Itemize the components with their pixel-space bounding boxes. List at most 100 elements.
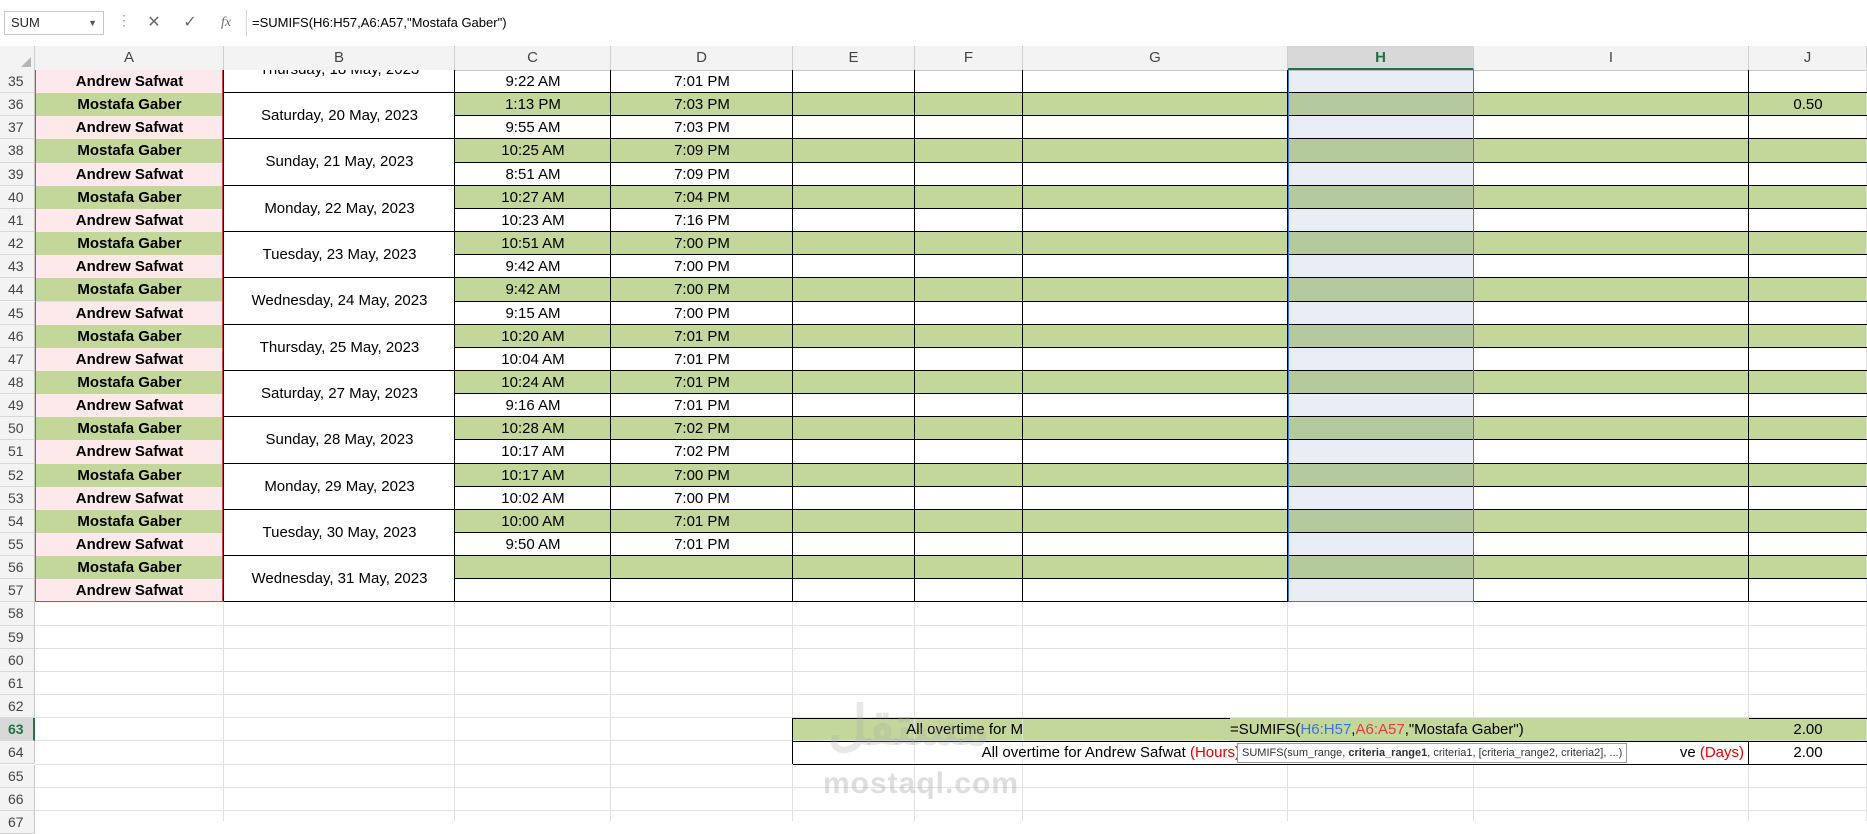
column-header-i[interactable]: I — [1474, 46, 1749, 70]
more-options-icon[interactable]: ⋮ — [117, 12, 131, 29]
cell-d53[interactable]: 7:00 PM — [611, 487, 793, 510]
column-header-b[interactable]: B — [224, 46, 455, 70]
row-header-60[interactable]: 60 — [0, 648, 35, 672]
cell-a46[interactable]: Mostafa Gaber — [35, 324, 224, 348]
cell-d54[interactable]: 7:01 PM — [611, 510, 793, 533]
insert-function-icon[interactable]: fx — [212, 12, 240, 34]
row-header-62[interactable]: 62 — [0, 695, 35, 719]
cell-d52[interactable]: 7:00 PM — [611, 464, 793, 487]
summary-value-63[interactable]: 2.00 — [1749, 718, 1867, 741]
cell-c43[interactable]: 9:42 AM — [455, 255, 611, 278]
row-header-57[interactable]: 57 — [0, 579, 35, 603]
row-header-42[interactable]: 42 — [0, 232, 35, 256]
cell-a41[interactable]: Andrew Safwat — [35, 208, 224, 233]
cell-d55[interactable]: 7:01 PM — [611, 533, 793, 556]
row-header-49[interactable]: 49 — [0, 394, 35, 418]
row-header-65[interactable]: 65 — [0, 764, 35, 788]
cell-d44[interactable]: 7:00 PM — [611, 278, 793, 301]
cell-a43[interactable]: Andrew Safwat — [35, 255, 224, 279]
row-header-46[interactable]: 46 — [0, 324, 35, 348]
row-header-38[interactable]: 38 — [0, 139, 35, 163]
row-header-59[interactable]: 59 — [0, 625, 35, 649]
enter-check-icon[interactable]: ✓ — [176, 12, 204, 34]
row-header-58[interactable]: 58 — [0, 602, 35, 626]
cell-a50[interactable]: Mostafa Gaber — [35, 417, 224, 441]
row-header-52[interactable]: 52 — [0, 463, 35, 487]
merged-cell-b-date[interactable]: Wednesday, 24 May, 2023 — [224, 278, 455, 325]
column-header-c[interactable]: C — [455, 46, 611, 70]
row-header-48[interactable]: 48 — [0, 370, 35, 395]
cell-c42[interactable]: 10:51 AM — [455, 232, 611, 255]
cell-d46[interactable]: 7:01 PM — [611, 325, 793, 348]
cell-a52[interactable]: Mostafa Gaber — [35, 463, 224, 487]
merged-cell-b-date[interactable]: Monday, 22 May, 2023 — [224, 185, 455, 233]
cell-c48[interactable]: 10:24 AM — [455, 371, 611, 394]
cell-c49[interactable]: 9:16 AM — [455, 394, 611, 417]
cell-a47[interactable]: Andrew Safwat — [35, 347, 224, 371]
column-header-h[interactable]: H — [1288, 46, 1474, 70]
column-header-a[interactable]: A — [35, 46, 224, 70]
column-header-g[interactable]: G — [1023, 46, 1288, 70]
merged-cell-b-date[interactable]: Saturday, 27 May, 2023 — [224, 370, 455, 418]
cell-d50[interactable]: 7:02 PM — [611, 417, 793, 440]
row-header-40[interactable]: 40 — [0, 185, 35, 209]
row-header-50[interactable]: 50 — [0, 417, 35, 441]
cell-c52[interactable]: 10:17 AM — [455, 464, 611, 487]
cell-a57[interactable]: Andrew Safwat — [35, 579, 224, 603]
cell-a53[interactable]: Andrew Safwat — [35, 486, 224, 510]
cell-d47[interactable]: 7:01 PM — [611, 348, 793, 371]
merged-cell-b-date[interactable]: Thursday, 25 May, 2023 — [224, 324, 455, 371]
row-header-45[interactable]: 45 — [0, 301, 35, 325]
cell-d40[interactable]: 7:04 PM — [611, 186, 793, 209]
cell-d39[interactable]: 7:09 PM — [611, 163, 793, 186]
row-header-51[interactable]: 51 — [0, 440, 35, 464]
formula-edit-cell[interactable]: =SUMIFS(H6:H57,A6:A57,"Mostafa Gaber") — [1230, 718, 1749, 742]
cell-d56[interactable] — [611, 556, 793, 579]
cell-c53[interactable]: 10:02 AM — [455, 487, 611, 510]
row-header-67[interactable]: 67 — [0, 810, 35, 834]
cell-c46[interactable]: 10:20 AM — [455, 325, 611, 348]
cell-c44[interactable]: 9:42 AM — [455, 278, 611, 301]
row-header-35[interactable]: 35 — [0, 70, 35, 94]
cell-d38[interactable]: 7:09 PM — [611, 139, 793, 162]
row-header-56[interactable]: 56 — [0, 556, 35, 580]
cell-c54[interactable]: 10:00 AM — [455, 510, 611, 533]
cell-a49[interactable]: Andrew Safwat — [35, 394, 224, 418]
cell-c56[interactable] — [455, 556, 611, 579]
cancel-icon[interactable]: ✕ — [140, 12, 168, 34]
name-box[interactable]: SUM ▼ — [4, 11, 104, 35]
chevron-down-icon[interactable]: ▼ — [88, 12, 97, 34]
select-all-button[interactable] — [0, 46, 35, 70]
column-header-e[interactable]: E — [793, 46, 915, 70]
row-header-47[interactable]: 47 — [0, 347, 35, 371]
cell-c55[interactable]: 9:50 AM — [455, 533, 611, 556]
cell-c45[interactable]: 9:15 AM — [455, 302, 611, 325]
cell-a42[interactable]: Mostafa Gaber — [35, 232, 224, 256]
cell-a44[interactable]: Mostafa Gaber — [35, 278, 224, 302]
cell-d49[interactable]: 7:01 PM — [611, 394, 793, 417]
cell-a48[interactable]: Mostafa Gaber — [35, 370, 224, 395]
row-header-53[interactable]: 53 — [0, 486, 35, 510]
merged-cell-b-date[interactable]: Sunday, 28 May, 2023 — [224, 417, 455, 464]
merged-cell-b-date[interactable]: Tuesday, 30 May, 2023 — [224, 509, 455, 557]
row-header-39[interactable]: 39 — [0, 162, 35, 186]
row-header-66[interactable]: 66 — [0, 787, 35, 811]
row-header-54[interactable]: 54 — [0, 509, 35, 533]
cell-d36[interactable]: 7:03 PM — [611, 93, 793, 116]
cell-c50[interactable]: 10:28 AM — [455, 417, 611, 440]
cell-a55[interactable]: Andrew Safwat — [35, 533, 224, 557]
merged-cell-b-date[interactable]: Thursday, 18 May, 2023 — [224, 70, 455, 94]
function-tooltip[interactable]: SUMIFS(sum_range, criteria_range1, crite… — [1237, 743, 1628, 764]
cell-c35[interactable]: 9:22 AM — [455, 70, 611, 93]
cell-a40[interactable]: Mostafa Gaber — [35, 185, 224, 209]
row-header-63[interactable]: 63 — [0, 718, 35, 742]
cell-c41[interactable]: 10:23 AM — [455, 209, 611, 232]
cell-c40[interactable]: 10:27 AM — [455, 186, 611, 209]
cell-d41[interactable]: 7:16 PM — [611, 209, 793, 232]
formula-input[interactable] — [252, 11, 1862, 35]
cell-a56[interactable]: Mostafa Gaber — [35, 556, 224, 580]
cell-c38[interactable]: 10:25 AM — [455, 139, 611, 162]
cell-a45[interactable]: Andrew Safwat — [35, 301, 224, 325]
cell-c39[interactable]: 8:51 AM — [455, 163, 611, 186]
merged-cell-b-date[interactable]: Sunday, 21 May, 2023 — [224, 139, 455, 186]
